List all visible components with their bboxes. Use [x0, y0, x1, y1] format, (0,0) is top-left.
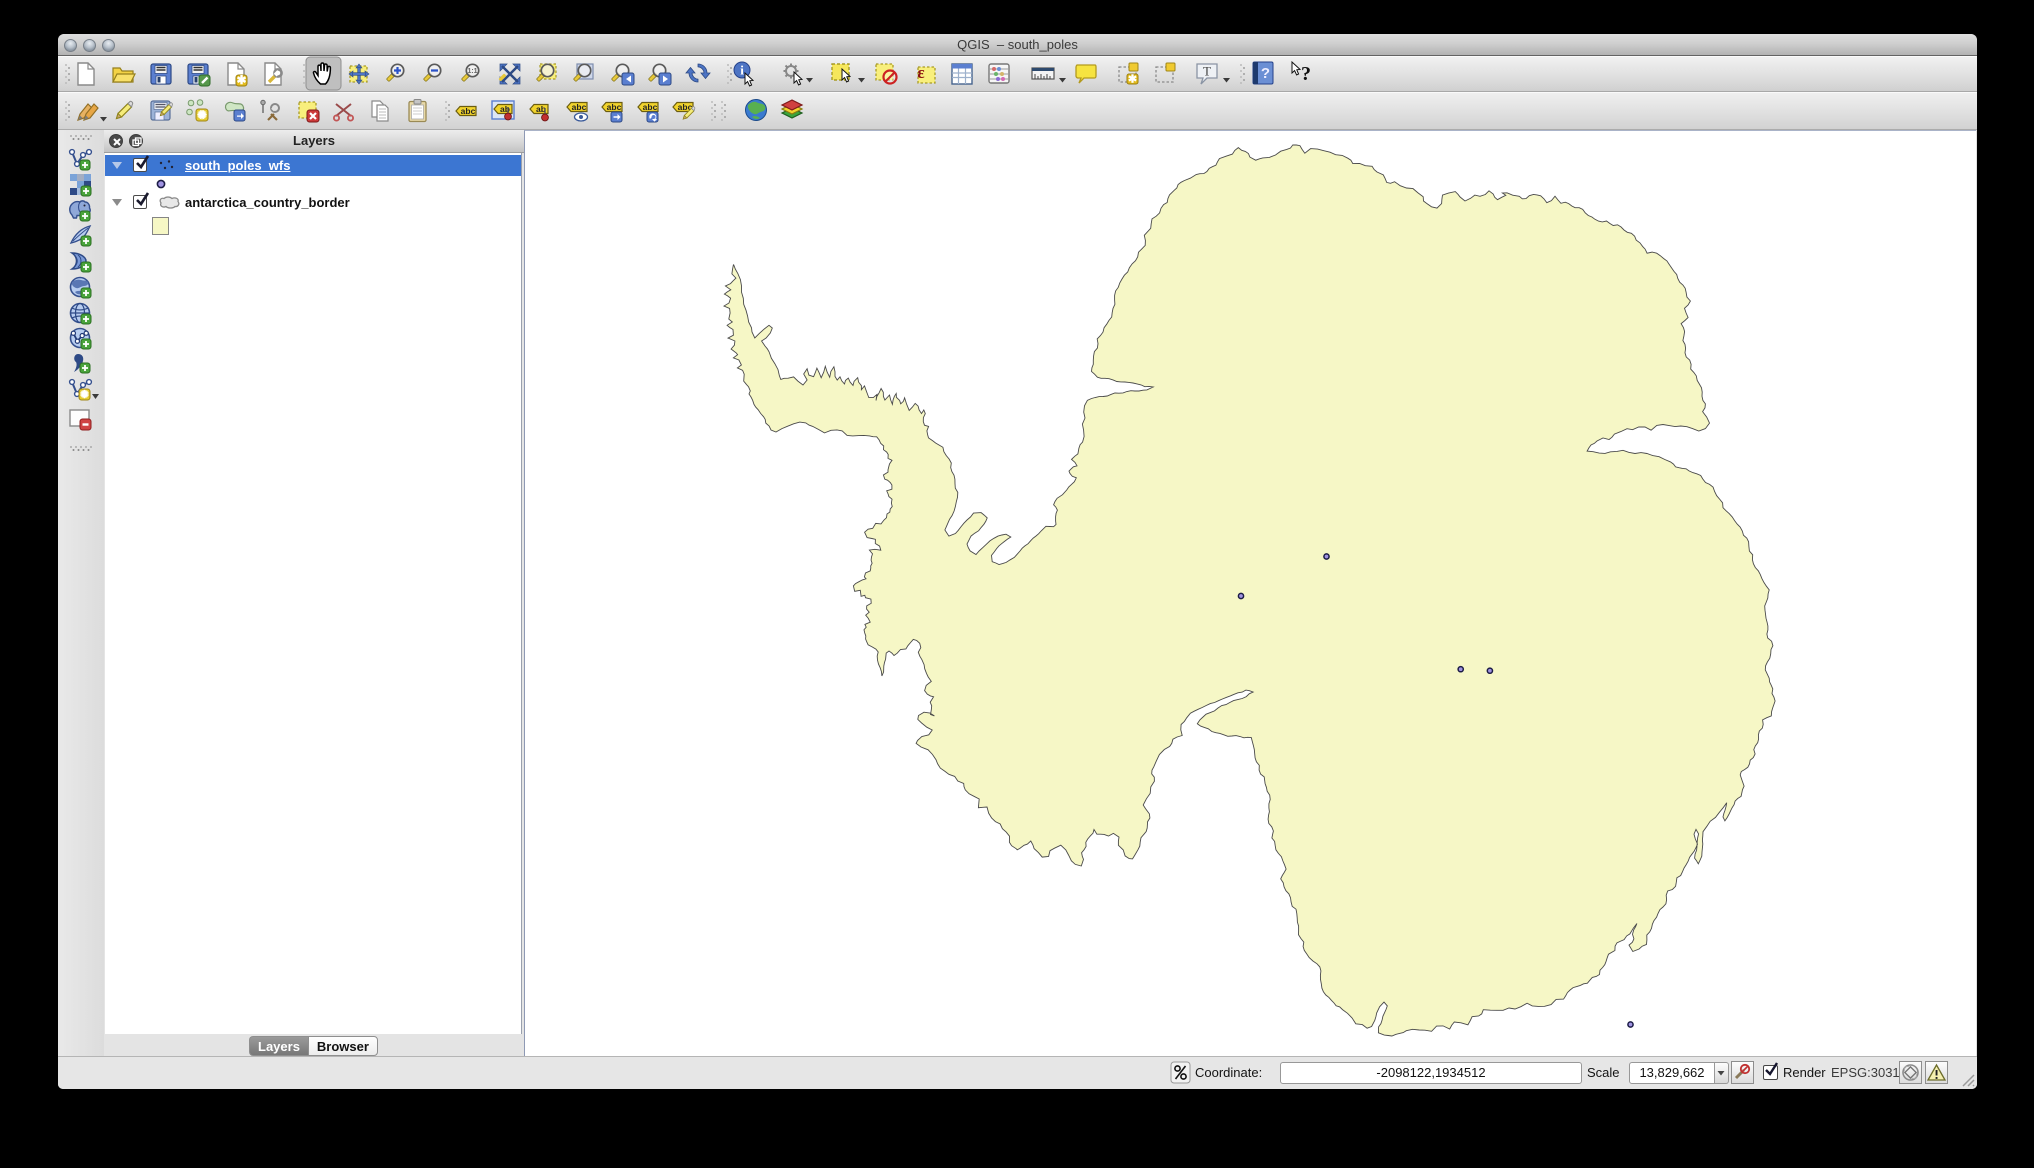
- svg-text:T: T: [1203, 64, 1211, 79]
- svg-text:✺: ✺: [197, 108, 207, 122]
- svg-text:✱: ✱: [1128, 74, 1137, 86]
- svg-text:i: i: [740, 63, 744, 78]
- svg-text:ε: ε: [917, 63, 924, 82]
- svg-text:✺: ✺: [80, 389, 89, 401]
- svg-text:?: ?: [1261, 65, 1270, 82]
- svg-text:?: ?: [1301, 63, 1311, 85]
- svg-text:✱: ✱: [236, 73, 246, 87]
- svg-text:1:1: 1:1: [467, 68, 477, 75]
